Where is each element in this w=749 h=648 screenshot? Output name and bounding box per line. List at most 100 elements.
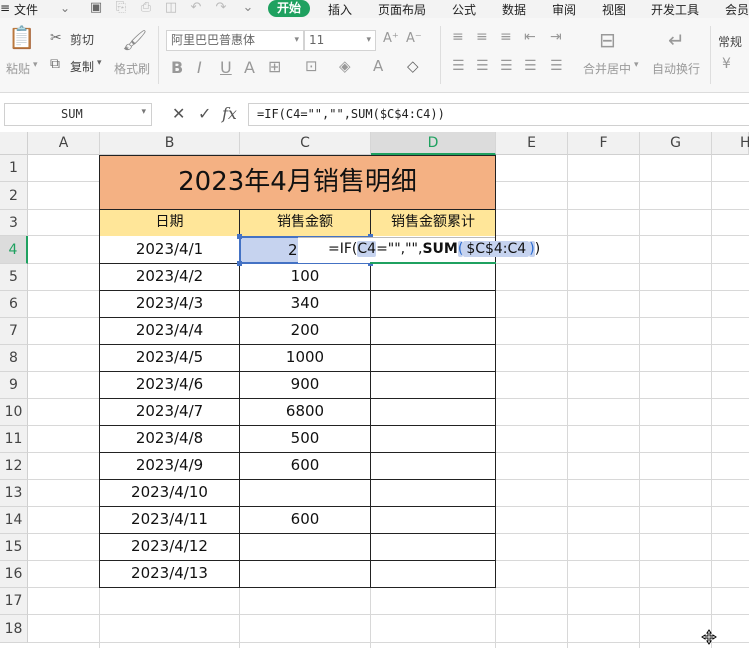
copy-icon[interactable]: ⧉ xyxy=(50,56,60,72)
cell-cumulative[interactable] xyxy=(371,318,496,345)
cell-date[interactable]: 2023/4/10 xyxy=(99,480,240,507)
cell-date[interactable]: 2023/4/2 xyxy=(99,264,240,291)
cell-amount[interactable] xyxy=(240,534,371,561)
cell-amount[interactable]: 1000 xyxy=(240,345,371,372)
cell-cumulative[interactable] xyxy=(371,372,496,399)
cell-amount[interactable]: 100 xyxy=(240,264,371,291)
distributed-icon[interactable]: ☰ xyxy=(550,58,563,74)
col-header-g[interactable]: G xyxy=(640,132,712,155)
currency-icon[interactable]: ¥ xyxy=(722,56,731,72)
align-bottom-icon[interactable]: ≡ xyxy=(500,29,512,45)
cell-cumulative[interactable] xyxy=(371,453,496,480)
cell-amount[interactable]: 600 xyxy=(240,507,371,534)
row-header-1[interactable]: 1 xyxy=(0,155,28,182)
merge-center-icon[interactable]: ⊟ xyxy=(599,28,616,52)
row-header-17[interactable]: 17 xyxy=(0,588,28,615)
chevron-down-icon[interactable]: ▾ xyxy=(141,107,146,117)
format-painter-icon[interactable]: 🖌 xyxy=(122,28,147,52)
header-date[interactable]: 日期 xyxy=(99,210,240,237)
row-header-2[interactable]: 2 xyxy=(0,182,28,210)
number-format-select[interactable]: 常规 xyxy=(718,33,742,50)
font-name-select[interactable]: 阿里巴巴普惠体 ▾ xyxy=(166,30,304,51)
select-all-corner[interactable] xyxy=(0,132,28,155)
cell-date[interactable]: 2023/4/11 xyxy=(99,507,240,534)
row-header-16[interactable]: 16 xyxy=(0,561,28,588)
cell-cumulative[interactable] xyxy=(371,291,496,318)
cell-date[interactable]: 2023/4/12 xyxy=(99,534,240,561)
col-header-b[interactable]: B xyxy=(100,132,240,155)
cell-cumulative[interactable] xyxy=(371,264,496,291)
menu-file[interactable]: 文件 xyxy=(14,1,38,18)
cell-amount[interactable]: 6800 xyxy=(240,399,371,426)
print-icon[interactable]: ⎙ xyxy=(138,0,154,16)
font-color-icon[interactable]: A xyxy=(373,57,383,75)
cell-date[interactable]: 2023/4/5 xyxy=(99,345,240,372)
paste-dropdown-icon[interactable]: ▾ xyxy=(33,60,38,70)
chevron-down-icon[interactable]: ⌄ xyxy=(60,1,70,15)
merge-dropdown-icon[interactable]: ▾ xyxy=(634,60,639,70)
cell-cumulative[interactable] xyxy=(371,534,496,561)
cancel-icon[interactable]: ✕ xyxy=(172,104,185,123)
row-header-11[interactable]: 11 xyxy=(0,426,28,453)
export-icon[interactable]: ⎘ xyxy=(113,0,129,16)
cell-cumulative[interactable] xyxy=(371,426,496,453)
cell-amount[interactable]: 500 xyxy=(240,426,371,453)
row-header-9[interactable]: 9 xyxy=(0,372,28,399)
cell-date[interactable]: 2023/4/3 xyxy=(99,291,240,318)
cut-button[interactable]: 剪切 xyxy=(70,31,94,48)
align-right-icon[interactable]: ☰ xyxy=(500,58,513,74)
row-header-5[interactable]: 5 xyxy=(0,264,28,291)
font-size-select[interactable]: 11 ▾ xyxy=(304,30,376,51)
scissors-icon[interactable]: ✂ xyxy=(50,30,62,46)
row-header-7[interactable]: 7 xyxy=(0,318,28,345)
row-header-8[interactable]: 8 xyxy=(0,345,28,372)
name-box[interactable]: SUM ▾ xyxy=(4,103,152,126)
cell-date[interactable]: 2023/4/6 xyxy=(99,372,240,399)
tab-page-layout[interactable]: 页面布局 xyxy=(378,1,426,18)
fill-pattern-icon[interactable]: ⊡ xyxy=(305,57,318,75)
align-left-icon[interactable]: ☰ xyxy=(452,58,465,74)
cell-date[interactable]: 2023/4/13 xyxy=(99,561,240,588)
strikethrough-icon[interactable]: A xyxy=(244,58,255,77)
justify-icon[interactable]: ☰ xyxy=(524,58,537,74)
cell-amount[interactable] xyxy=(240,480,371,507)
cell-amount[interactable]: 340 xyxy=(240,291,371,318)
table-title[interactable]: 2023年4月销售明细 xyxy=(99,155,496,210)
tab-member[interactable]: 会员 xyxy=(725,1,749,18)
row-header-18[interactable]: 18 xyxy=(0,615,28,643)
cell-amount[interactable] xyxy=(240,561,371,588)
copy-dropdown-icon[interactable]: ▾ xyxy=(97,58,102,68)
cell-cumulative[interactable] xyxy=(371,480,496,507)
row-header-10[interactable]: 10 xyxy=(0,399,28,426)
row-header-14[interactable]: 14 xyxy=(0,507,28,534)
tab-insert[interactable]: 插入 xyxy=(328,1,352,18)
formula-input[interactable]: =IF(C4="","",SUM($C$4:C4)) xyxy=(248,103,749,126)
wrap-text-icon[interactable]: ↵ xyxy=(668,28,685,52)
header-amount[interactable]: 销售金额 xyxy=(240,210,371,237)
redo-icon[interactable]: ↷ xyxy=(213,0,229,16)
auto-wrap-button[interactable]: 自动换行 xyxy=(652,60,700,77)
cell-date[interactable]: 2023/4/8 xyxy=(99,426,240,453)
clear-format-icon[interactable]: ◇ xyxy=(407,57,419,75)
cell-amount[interactable]: 900 xyxy=(240,372,371,399)
paste-icon[interactable]: 📋 xyxy=(8,28,35,52)
col-header-e[interactable]: E xyxy=(496,132,568,155)
align-middle-icon[interactable]: ≡ xyxy=(476,29,488,45)
merge-center-button[interactable]: 合并居中 xyxy=(583,60,631,77)
indent-increase-icon[interactable]: ⇥ xyxy=(550,29,562,45)
row-header-12[interactable]: 12 xyxy=(0,453,28,480)
cell-date[interactable]: 2023/4/1 xyxy=(99,236,240,264)
row-header-3[interactable]: 3 xyxy=(0,210,28,236)
underline-icon[interactable]: U xyxy=(220,58,232,77)
cell-date[interactable]: 2023/4/9 xyxy=(99,453,240,480)
cell-amount[interactable]: 600 xyxy=(240,453,371,480)
tab-home[interactable]: 开始 xyxy=(268,0,311,17)
align-top-icon[interactable]: ≡ xyxy=(452,29,464,45)
border-icon[interactable]: ⊞ xyxy=(268,57,281,76)
row-header-6[interactable]: 6 xyxy=(0,291,28,318)
cell-date[interactable]: 2023/4/4 xyxy=(99,318,240,345)
qat-more-icon[interactable]: ⌄ xyxy=(240,0,256,16)
paste-button[interactable]: 粘贴 xyxy=(6,60,30,77)
bold-icon[interactable]: B xyxy=(171,58,183,77)
align-center-icon[interactable]: ☰ xyxy=(476,58,489,74)
